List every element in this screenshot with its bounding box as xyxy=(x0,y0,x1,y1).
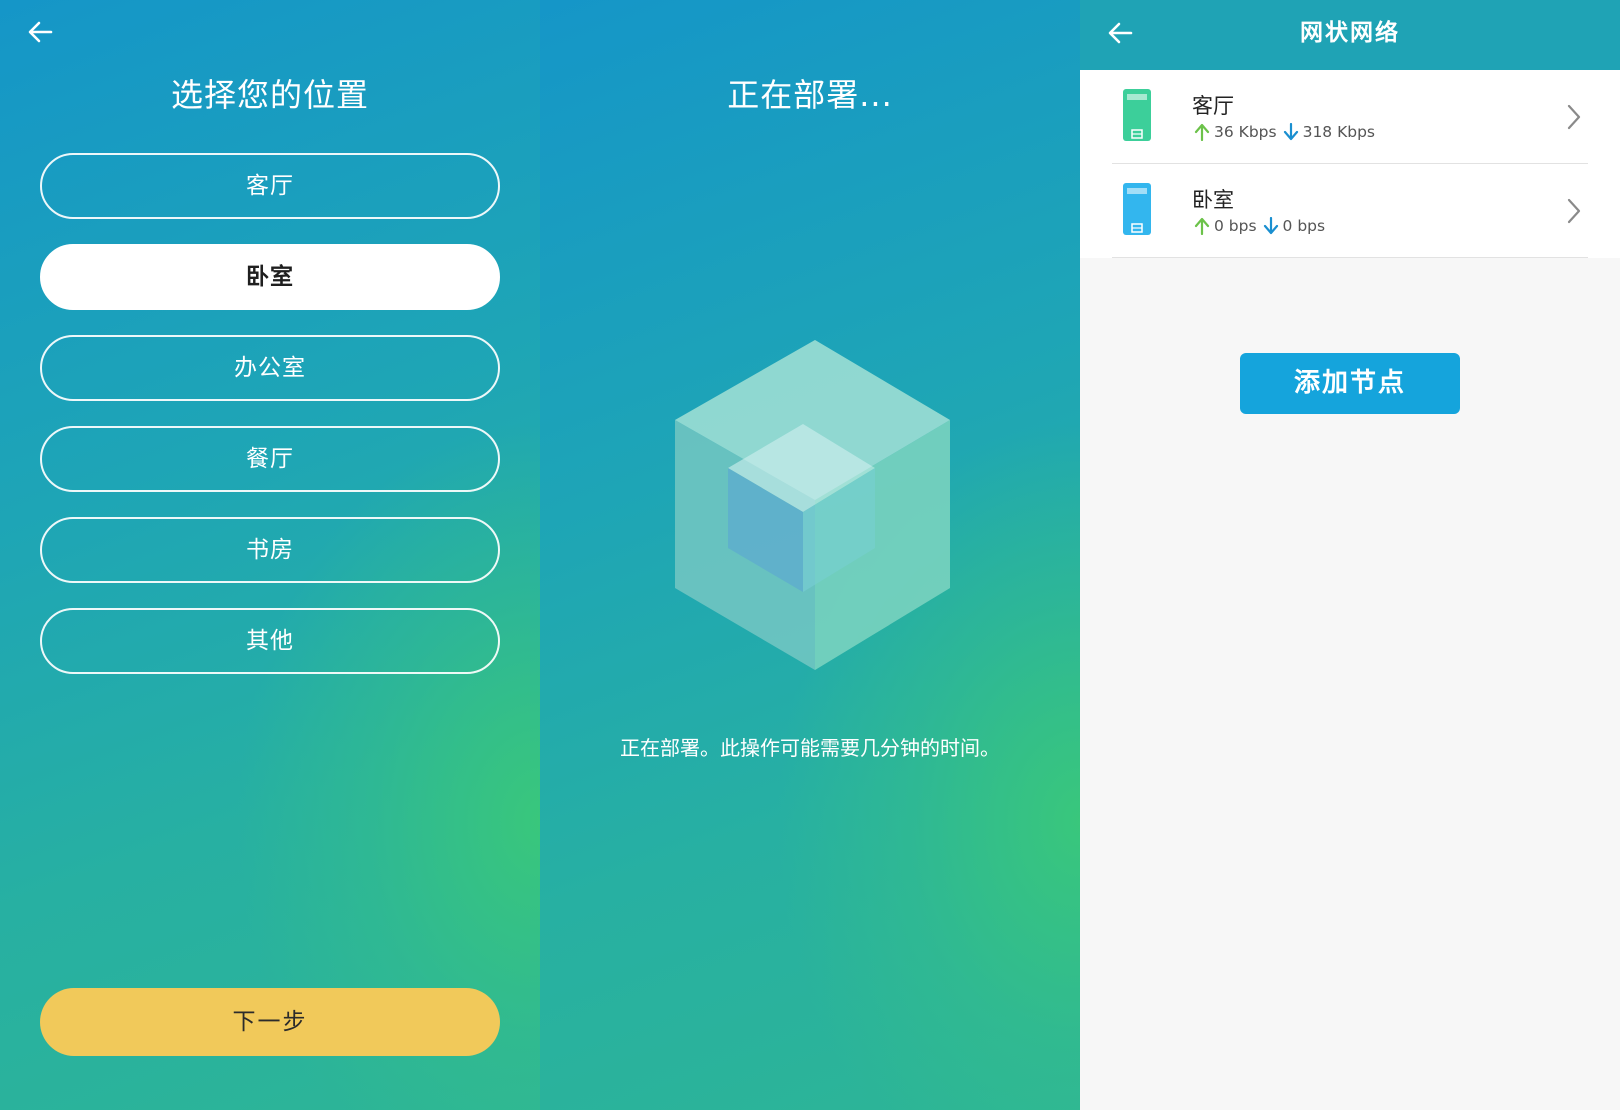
back-arrow-icon[interactable] xyxy=(24,16,56,48)
mesh-network-screen: 网状网络 客厅 36 Kbps 318 Kbps 卧室 0 bps 0 bps … xyxy=(1080,0,1620,1110)
location-option-bedroom[interactable]: 卧室 xyxy=(40,244,500,310)
location-option-other[interactable]: 其他 xyxy=(40,608,500,674)
node-name: 客厅 xyxy=(1192,94,1234,118)
upload-arrow-icon xyxy=(1194,123,1210,142)
download-arrow-icon xyxy=(1283,122,1299,141)
download-arrow-icon xyxy=(1263,216,1279,235)
top-bar: 网状网络 xyxy=(1080,0,1620,70)
location-option-study[interactable]: 书房 xyxy=(40,517,500,583)
upload-speed: 36 Kbps xyxy=(1214,123,1277,141)
page-title: 选择您的位置 xyxy=(170,76,369,114)
node-item-bedroom[interactable]: 卧室 0 bps 0 bps xyxy=(1112,164,1588,258)
next-button[interactable]: 下一步 xyxy=(40,988,500,1056)
node-speed: 0 bps 0 bps xyxy=(1194,216,1326,236)
deploying-screen: 正在部署... 正在部署。此操作可能需要几分钟的时间。 xyxy=(540,0,1080,1110)
chevron-right-icon xyxy=(1564,197,1584,225)
upload-arrow-icon xyxy=(1194,217,1210,236)
location-option-living-room[interactable]: 客厅 xyxy=(40,153,500,219)
download-speed: 318 Kbps xyxy=(1302,123,1376,141)
router-icon xyxy=(1123,183,1151,235)
chevron-right-icon xyxy=(1564,103,1584,131)
location-option-office[interactable]: 办公室 xyxy=(40,335,500,401)
node-item-living-room[interactable]: 客厅 36 Kbps 318 Kbps xyxy=(1112,70,1588,164)
node-list: 客厅 36 Kbps 318 Kbps 卧室 0 bps 0 bps xyxy=(1080,70,1620,258)
location-select-screen: 选择您的位置 客厅 卧室 办公室 餐厅 书房 其他 下一步 xyxy=(0,0,540,1110)
download-speed: 0 bps xyxy=(1282,217,1326,235)
deploying-message: 正在部署。此操作可能需要几分钟的时间。 xyxy=(620,736,1000,760)
deploying-title: 正在部署... xyxy=(727,76,893,114)
add-node-button[interactable]: 添加节点 xyxy=(1240,353,1460,414)
location-option-dining-room[interactable]: 餐厅 xyxy=(40,426,500,492)
node-speed: 36 Kbps 318 Kbps xyxy=(1194,122,1376,142)
router-icon xyxy=(1123,89,1151,141)
node-name: 卧室 xyxy=(1192,188,1234,212)
cube-illustration xyxy=(675,340,950,670)
upload-speed: 0 bps xyxy=(1214,217,1257,235)
page-title: 网状网络 xyxy=(1300,20,1400,46)
